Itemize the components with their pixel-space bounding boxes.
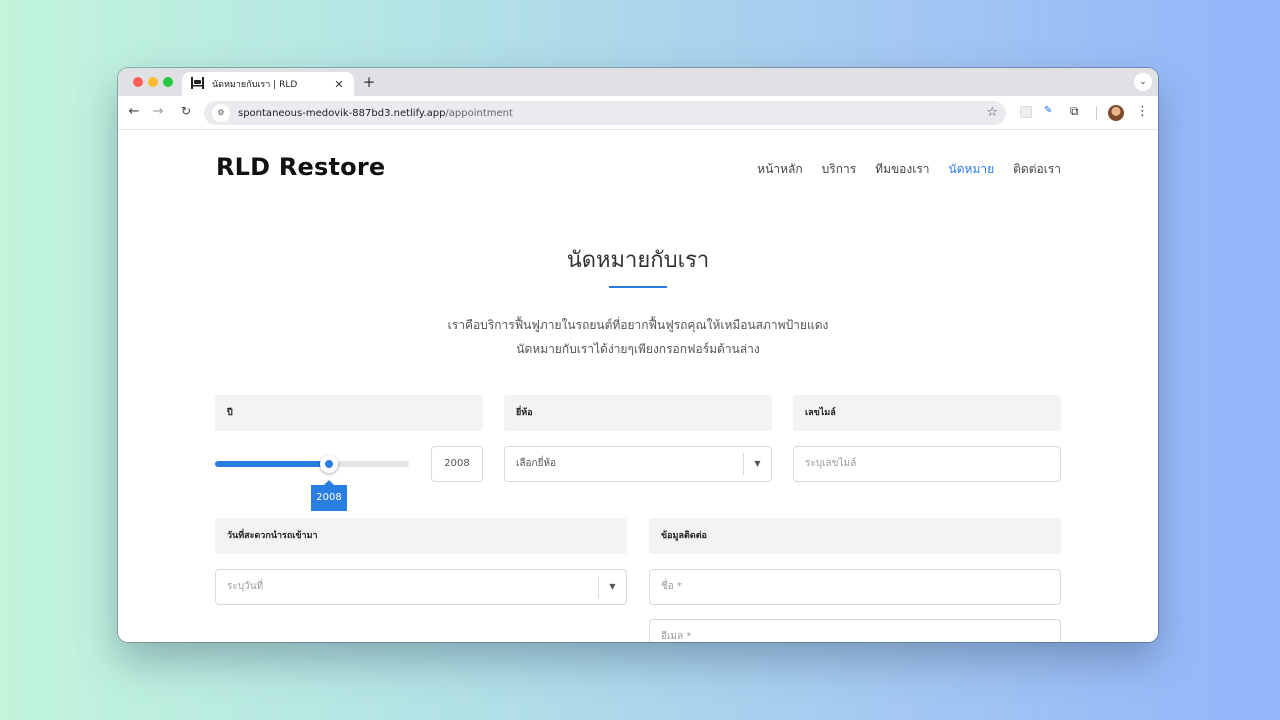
extension-icon[interactable] [1020, 106, 1032, 118]
email-placeholder: อีเมล * [661, 631, 692, 642]
url-host: spontaneous-medovik-887bd3.netlify.app [238, 107, 446, 119]
brand-select-value: เลือกยี่ห้อ [516, 458, 557, 469]
address-bar[interactable]: ⚙ spontaneous-medovik-887bd3.netlify.app… [204, 101, 1006, 125]
mileage-input[interactable]: ระบุเลขไมล์ [793, 446, 1061, 482]
web-page: RLD Restore หน้าหลัก บริการ ทีมของเรา นั… [118, 130, 1158, 642]
date-label: วันที่สะดวกนำรถเข้ามา [215, 518, 627, 554]
year-label: ปี [215, 395, 483, 431]
close-tab-icon[interactable]: ✕ [332, 78, 346, 91]
tab-search-button[interactable]: ⌄ [1134, 73, 1152, 91]
close-window-button[interactable] [133, 77, 143, 87]
main-nav: หน้าหลัก บริการ ทีมของเรา นัดหมาย ติดต่อ… [757, 160, 1061, 179]
maximize-window-button[interactable] [163, 77, 173, 87]
extensions-puzzle-icon[interactable]: ⧉ [1070, 104, 1079, 119]
browser-tab[interactable]: นัดหมายกับเรา | RLD ✕ [182, 72, 354, 96]
page-title: นัดหมายกับเรา [566, 248, 710, 273]
car-lift-icon [190, 77, 204, 91]
site-logo[interactable]: RLD Restore [216, 153, 385, 181]
mileage-label: เลขไมล์ [793, 395, 1061, 431]
browser-menu-icon[interactable]: ⋮ [1136, 104, 1149, 119]
brand-label: ยี่ห้อ [504, 395, 772, 431]
url-path: /appointment [445, 107, 513, 119]
nav-link-appointment[interactable]: นัดหมาย [949, 160, 995, 179]
back-button[interactable]: ← [126, 104, 142, 119]
reload-button[interactable]: ↻ [178, 104, 194, 118]
title-underline [609, 286, 667, 288]
intro-text-line-2: นัดหมายกับเราได้ง่ายๆเพียงกรอกฟอร์มด้านล… [516, 342, 760, 356]
browser-toolbar: ← → ↻ ⚙ spontaneous-medovik-887bd3.netli… [118, 96, 1158, 130]
contact-label: ข้อมูลติดต่อ [649, 518, 1061, 554]
date-select[interactable]: ระบุวันที่ ▼ [215, 569, 627, 605]
year-input[interactable]: 2008 [431, 446, 483, 482]
pen-extension-icon[interactable]: ✎ [1044, 105, 1052, 116]
minimize-window-button[interactable] [148, 77, 158, 87]
tab-title: นัดหมายกับเรา | RLD [212, 80, 298, 90]
nav-link-team[interactable]: ทีมของเรา [875, 160, 929, 179]
browser-window: นัดหมายกับเรา | RLD ✕ + ⌄ ← → ↻ ⚙ sponta… [118, 68, 1158, 642]
toolbar-divider [1096, 106, 1097, 120]
year-slider-fill [215, 461, 330, 467]
mileage-placeholder: ระบุเลขไมล์ [805, 458, 857, 469]
nav-link-home[interactable]: หน้าหลัก [757, 160, 802, 179]
year-slider[interactable] [215, 455, 409, 473]
chevron-down-icon[interactable]: ▼ [743, 453, 771, 475]
date-placeholder: ระบุวันที่ [227, 581, 264, 592]
name-input[interactable]: ชื่อ * [649, 569, 1061, 605]
nav-link-services[interactable]: บริการ [822, 160, 857, 179]
bookmark-star-icon[interactable]: ☆ [986, 105, 998, 120]
intro-text-line-1: เราคือบริการฟื้นฟูภายในรถยนต์ที่อยากฟื้น… [447, 318, 829, 332]
profile-avatar[interactable] [1108, 105, 1124, 121]
forward-button[interactable]: → [150, 104, 166, 119]
year-slider-handle[interactable] [320, 455, 339, 473]
tab-bar: นัดหมายกับเรา | RLD ✕ + ⌄ [118, 68, 1158, 96]
chevron-down-icon[interactable]: ▼ [598, 576, 626, 598]
year-slider-tooltip: 2008 [311, 480, 347, 511]
brand-select[interactable]: เลือกยี่ห้อ ▼ [504, 446, 772, 482]
nav-link-contact[interactable]: ติดต่อเรา [1013, 160, 1061, 179]
new-tab-button[interactable]: + [360, 73, 378, 91]
site-info-icon[interactable]: ⚙ [212, 104, 230, 122]
name-placeholder: ชื่อ * [661, 581, 682, 592]
email-input[interactable]: อีเมล * [649, 619, 1061, 642]
